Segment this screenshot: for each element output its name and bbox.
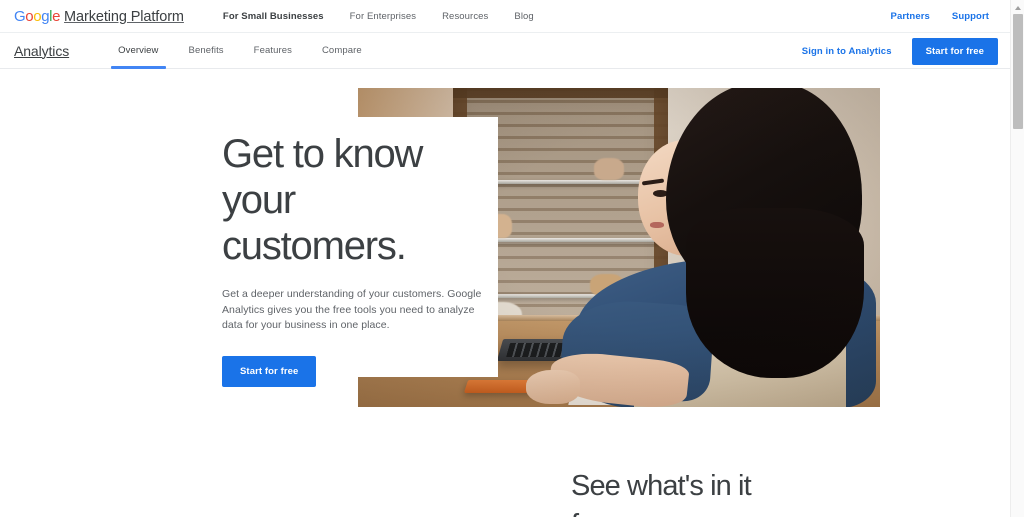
google-wordmark: Google <box>14 7 61 25</box>
marketing-platform-label: Marketing Platform <box>64 8 184 25</box>
page-scrollbar[interactable] <box>1010 0 1024 517</box>
hero-subtitle: Get a deeper understanding of your custo… <box>222 288 482 331</box>
start-for-free-button-header[interactable]: Start for free <box>911 37 998 65</box>
start-for-free-button-hero[interactable]: Start for free <box>222 355 317 387</box>
page-root: Google Marketing Platform For Small Busi… <box>0 0 1024 517</box>
browser-viewport: Google Marketing Platform For Small Busi… <box>0 0 1010 517</box>
tab-features[interactable]: Features <box>239 33 307 69</box>
hero-headline: Get to know your customers. <box>222 132 423 268</box>
platform-nav-links: For Small Businesses For Enterprises Res… <box>210 11 547 22</box>
product-tabs: Overview Benefits Features Compare <box>103 33 377 69</box>
platform-link-partners[interactable]: Partners <box>880 11 941 22</box>
scrollbar-thumb[interactable] <box>1012 14 1023 129</box>
platform-nav-right: Partners Support <box>880 0 1000 33</box>
tab-overview[interactable]: Overview <box>103 33 173 69</box>
platform-link-for-small-businesses[interactable]: For Small Businesses <box>210 11 337 22</box>
scroll-up-arrow-icon[interactable] <box>1011 2 1024 13</box>
hero-copy-block: Get to know your customers. Get a deeper… <box>222 131 502 387</box>
platform-link-resources[interactable]: Resources <box>429 11 501 22</box>
product-title-analytics[interactable]: Analytics <box>14 43 69 59</box>
tab-compare[interactable]: Compare <box>307 33 377 69</box>
benefits-section: See what's in it f <box>0 449 1010 517</box>
platform-link-blog[interactable]: Blog <box>501 11 546 22</box>
benefits-section-heading: See what's in it f <box>571 470 752 517</box>
platform-link-support[interactable]: Support <box>941 11 1000 22</box>
google-marketing-platform-logo[interactable]: Google Marketing Platform <box>14 8 184 25</box>
tab-benefits[interactable]: Benefits <box>174 33 239 69</box>
hero-section: Get to know your customers. Get a deeper… <box>0 69 1010 449</box>
platform-link-for-enterprises[interactable]: For Enterprises <box>337 11 429 22</box>
product-sub-nav: Analytics Overview Benefits Features Com… <box>0 33 1010 69</box>
sign-in-to-analytics-link[interactable]: Sign in to Analytics <box>802 46 892 57</box>
product-nav-actions: Sign in to Analytics Start for free <box>802 33 998 69</box>
platform-top-bar: Google Marketing Platform For Small Busi… <box>0 0 1010 33</box>
